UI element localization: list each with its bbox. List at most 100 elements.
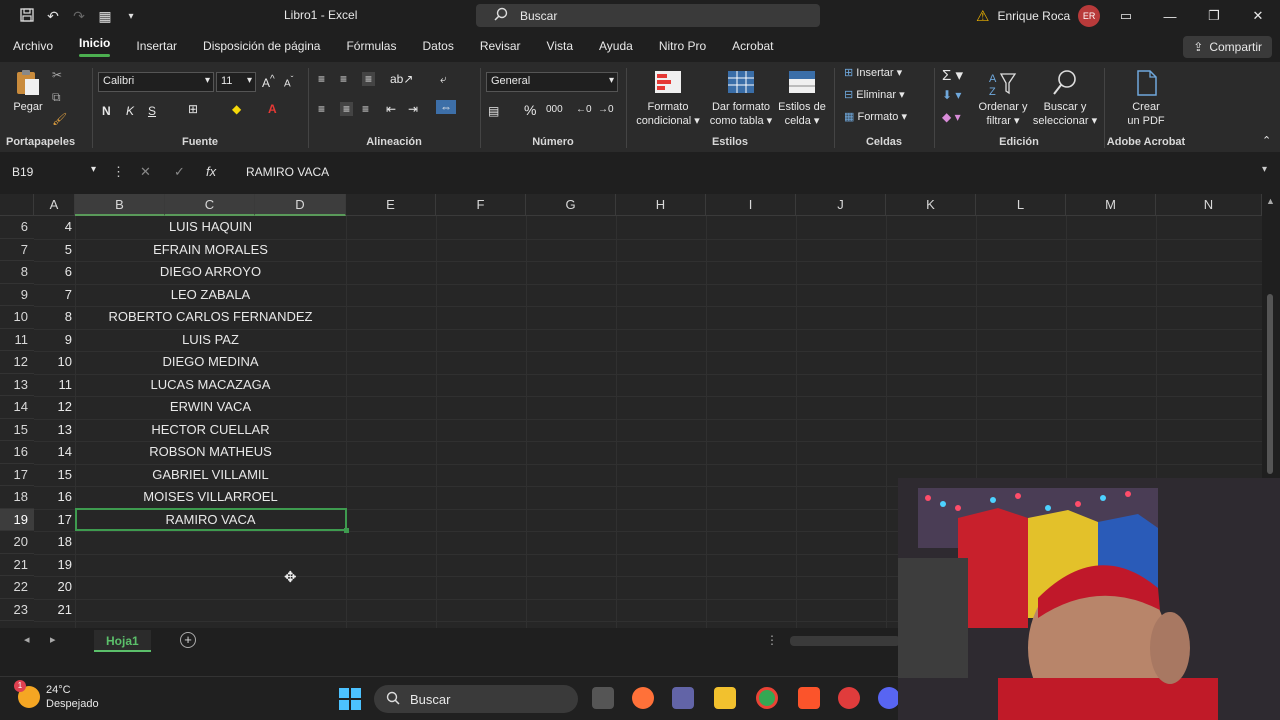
insert-cells-button[interactable]: ⊞ Insertar ▾ [844, 66, 902, 79]
name-box[interactable]: B19 [6, 162, 100, 182]
format-as-table-button[interactable]: Dar formato como tabla ▾ [706, 68, 776, 128]
tab-nitro-pro[interactable]: Nitro Pro [646, 39, 719, 53]
warning-icon[interactable]: ⚠ [976, 7, 989, 25]
chrome-icon[interactable] [756, 687, 778, 709]
row-header[interactable]: 8 [0, 261, 34, 284]
thousands-button[interactable]: 000 [546, 104, 563, 115]
cell-name[interactable] [75, 531, 346, 554]
tab-insertar[interactable]: Insertar [123, 39, 190, 53]
col-header-e[interactable]: E [346, 194, 436, 216]
col-header-k[interactable]: K [886, 194, 976, 216]
col-header-n[interactable]: N [1156, 194, 1262, 216]
user-account[interactable]: ⚠ Enrique Roca ER [976, 5, 1101, 27]
close-button[interactable]: ✕ [1236, 0, 1280, 32]
cell-number[interactable]: 7 [34, 284, 72, 307]
borders-icon[interactable]: ⊞ [188, 102, 198, 116]
tab-split-icon[interactable]: ⋮ [766, 633, 778, 647]
col-header-b[interactable]: B [75, 194, 165, 216]
app-icon[interactable] [838, 687, 860, 709]
cell-name[interactable] [75, 576, 346, 599]
align-center-icon[interactable]: ≡ [340, 102, 354, 116]
col-header-g[interactable]: G [526, 194, 616, 216]
cell-number[interactable]: 15 [34, 464, 72, 487]
cell-name[interactable]: ROBSON MATHEUS [75, 441, 346, 464]
row-header[interactable]: 16 [0, 441, 34, 464]
prev-sheet-icon[interactable]: ◂ [24, 633, 30, 646]
orientation-icon[interactable]: ab↗ [390, 72, 413, 86]
cell-name[interactable]: ROBERTO CARLOS FERNANDEZ [75, 306, 346, 329]
conditional-format-button[interactable]: Formato condicional ▾ [632, 68, 704, 128]
delete-cells-button[interactable]: ⊟ Eliminar ▾ [844, 88, 905, 101]
cell-number[interactable]: 18 [34, 531, 72, 554]
cell-number[interactable]: 11 [34, 374, 73, 397]
copy-icon[interactable]: ⧉ [52, 90, 61, 105]
scroll-up-icon[interactable]: ▲ [1266, 196, 1275, 206]
cell-name[interactable]: DIEGO MEDINA [75, 351, 346, 374]
cut-icon[interactable]: ✂ [52, 68, 62, 82]
row-header[interactable]: 9 [0, 283, 34, 306]
discord-icon[interactable] [878, 687, 900, 709]
title-search-box[interactable]: Buscar [476, 4, 820, 27]
cell-number[interactable]: 9 [34, 329, 72, 352]
col-header-a[interactable]: A [34, 194, 75, 216]
percent-button[interactable]: % [524, 102, 536, 118]
align-top-icon[interactable]: ≡ [318, 72, 325, 86]
col-header-c[interactable]: C [165, 194, 255, 216]
sheet-tab-hoja1[interactable]: Hoja1 [94, 630, 151, 652]
ribbon-display-icon[interactable]: ▭ [1104, 0, 1148, 32]
find-select-button[interactable]: Buscar y seleccionar ▾ [1032, 68, 1098, 128]
cell-number[interactable]: 4 [34, 216, 72, 239]
cell-number[interactable]: 21 [34, 599, 72, 622]
cell-name[interactable]: MOISES VILLARROEL [75, 486, 346, 509]
row-header[interactable]: 23 [0, 598, 34, 621]
align-right-icon[interactable]: ≡ [362, 102, 369, 116]
col-header-l[interactable]: L [976, 194, 1066, 216]
grow-font-icon[interactable]: A^ [262, 74, 275, 90]
select-all-corner[interactable] [0, 194, 34, 216]
increase-indent-icon[interactable]: ⇥ [408, 102, 418, 116]
cell-number[interactable]: 5 [34, 239, 72, 262]
cell-name[interactable] [75, 599, 346, 622]
bold-button[interactable]: N [102, 104, 111, 118]
number-format-select[interactable]: General [486, 72, 618, 92]
decrease-decimal-icon[interactable]: →0 [598, 104, 614, 115]
share-button[interactable]: ⇪ Compartir [1183, 36, 1272, 58]
cell-name[interactable]: ERWIN VACA [75, 396, 346, 419]
col-header-h[interactable]: H [616, 194, 706, 216]
cell-number[interactable]: 20 [34, 576, 72, 599]
row-header[interactable]: 20 [0, 531, 34, 554]
row-header[interactable]: 7 [0, 238, 34, 261]
cell-number[interactable]: 19 [34, 554, 72, 577]
row-header[interactable]: 17 [0, 463, 34, 486]
tab-vista[interactable]: Vista [534, 39, 586, 53]
accounting-icon[interactable]: ▤ [488, 104, 499, 118]
cell-name[interactable]: LEO ZABALA [75, 284, 346, 307]
tab-revisar[interactable]: Revisar [467, 39, 534, 53]
align-bottom-icon[interactable]: ≡ [362, 72, 376, 86]
decrease-indent-icon[interactable]: ⇤ [386, 102, 396, 116]
row-header[interactable]: 18 [0, 486, 34, 509]
row-header[interactable]: 6 [0, 216, 34, 239]
windows-start-icon[interactable] [338, 687, 362, 714]
clear-icon[interactable]: ◆ ▾ [942, 110, 961, 124]
add-sheet-icon[interactable]: + [180, 632, 196, 648]
col-header-i[interactable]: I [706, 194, 796, 216]
enter-icon[interactable]: ✓ [174, 164, 185, 180]
cell-styles-button[interactable]: Estilos de celda ▾ [776, 68, 828, 128]
file-explorer-icon[interactable] [714, 687, 736, 709]
cell-number[interactable]: 6 [34, 261, 72, 284]
cell-number[interactable]: 17 [34, 509, 72, 532]
weather-widget[interactable]: 1 24°C Despejado [14, 680, 99, 711]
cell-name[interactable]: LUCAS MACAZAGA [75, 374, 346, 397]
row-header[interactable]: 15 [0, 418, 34, 441]
tab-datos[interactable]: Datos [409, 39, 466, 53]
row-header[interactable]: 14 [0, 396, 34, 419]
tab-acrobat[interactable]: Acrobat [719, 39, 786, 53]
scroll-thumb[interactable] [1267, 294, 1273, 474]
fill-icon[interactable]: ⬇ ▾ [942, 88, 961, 102]
minimize-button[interactable]: — [1148, 0, 1192, 32]
avatar[interactable]: ER [1078, 5, 1101, 27]
redo-icon[interactable]: ↷ [66, 8, 92, 25]
insert-function-icon[interactable]: fx [206, 164, 216, 179]
formula-input[interactable]: RAMIRO VACA [246, 165, 329, 179]
